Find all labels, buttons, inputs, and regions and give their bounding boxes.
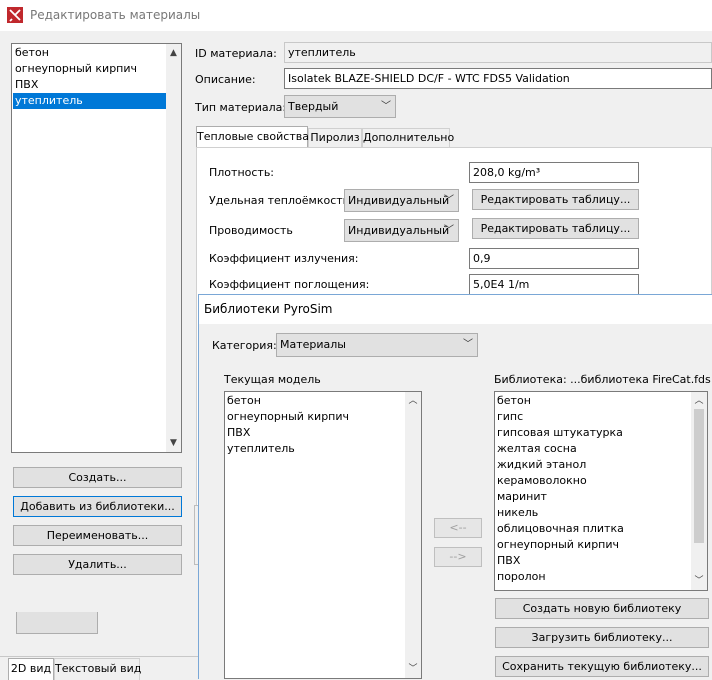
load-library-button[interactable]: Загрузить библиотеку... <box>495 627 709 648</box>
current-model-scrollbar[interactable]: ︿ ﹀ <box>405 392 421 678</box>
scroll-up-arrow-icon[interactable]: ︿ <box>405 394 421 408</box>
absorption-field[interactable]: 5,0E4 1/m <box>469 274 639 295</box>
scroll-down-arrow-icon[interactable]: ﹀ <box>691 574 707 588</box>
list-item[interactable]: поролон <box>495 569 691 585</box>
specific-heat-mode-select[interactable]: Индивидуальный ﹀ <box>344 189 459 212</box>
materials-list-scrollbar[interactable]: ▲ ▼ <box>166 44 181 452</box>
material-type-label: Тип материала: <box>195 101 287 114</box>
scroll-down-arrow-icon[interactable]: ▼ <box>166 436 181 450</box>
pyrosim-app-icon <box>7 7 23 23</box>
tab-pyrolysis[interactable]: Пиролиз <box>308 128 362 148</box>
conductivity-mode-select[interactable]: Индивидуальный ﹀ <box>344 219 459 242</box>
description-field[interactable]: Isolatek BLAZE-SHIELD DC/F - WTC FDS5 Va… <box>284 68 712 89</box>
scroll-up-arrow-icon[interactable]: ▲ <box>166 46 181 60</box>
category-value: Материалы <box>280 338 346 351</box>
list-item[interactable]: маринит <box>495 489 691 505</box>
list-item[interactable]: никель <box>495 505 691 521</box>
library-list-items: бетон гипс гипсовая штукатурка желтая сосна… <box>495 393 691 585</box>
scroll-up-arrow-icon[interactable]: ︿ <box>691 394 707 408</box>
title-bar: Редактировать материалы <box>0 0 712 31</box>
add-from-library-button[interactable]: Добавить из библиотеки... <box>13 496 182 517</box>
create-library-button[interactable]: Создать новую библиотеку <box>495 598 709 619</box>
delete-button[interactable]: Удалить... <box>13 554 182 575</box>
list-item[interactable]: утеплитель <box>225 441 405 457</box>
tab-text-view[interactable]: Текстовый вид <box>54 658 141 680</box>
edit-specific-heat-table-button[interactable]: Редактировать таблицу... <box>472 189 639 210</box>
library-dialog-title-bar: Библиотеки PyroSim <box>199 295 712 324</box>
list-item[interactable]: огнеупорный кирпич <box>495 537 691 553</box>
chevron-down-icon: ﹀ <box>444 195 454 206</box>
partially-hidden-button <box>16 612 98 634</box>
chevron-down-icon: ﹀ <box>381 101 391 112</box>
emissivity-label: Коэффициент излучения: <box>209 252 359 265</box>
current-model-list-items: бетон огнеупорный кирпич ПВХ утеплитель <box>225 393 405 457</box>
materials-list-items: бетон огнеупорный кирпич ПВХ утеплитель <box>13 45 166 109</box>
pyrosim-libraries-dialog: Библиотеки PyroSim Категория: Материалы … <box>198 294 712 679</box>
library-scrollbar[interactable]: ︿ ﹀ <box>691 392 707 590</box>
list-item[interactable]: гипс <box>495 409 691 425</box>
specific-heat-mode-value: Индивидуальный <box>348 194 450 207</box>
list-item[interactable]: ПВХ <box>225 425 405 441</box>
list-item[interactable]: огнеупорный кирпич <box>13 61 166 77</box>
library-dialog-title: Библиотеки PyroSim <box>204 302 333 316</box>
list-item[interactable]: бетон <box>225 393 405 409</box>
library-list[interactable]: бетон гипс гипсовая штукатурка желтая сосна… <box>494 391 708 591</box>
bottom-tab-strip: 2D вид Текстовый вид <box>0 656 200 680</box>
move-to-model-button[interactable]: <-- <box>434 518 482 538</box>
list-item[interactable]: бетон <box>495 393 691 409</box>
list-item[interactable]: утеплитель <box>13 93 166 109</box>
tab-thermal-properties[interactable]: Тепловые свойства <box>196 126 309 148</box>
window-title: Редактировать материалы <box>30 8 201 22</box>
tab-2d-view[interactable]: 2D вид <box>8 658 54 680</box>
materials-list[interactable]: бетон огнеупорный кирпич ПВХ утеплитель ▲ ▼ <box>11 43 182 453</box>
emissivity-field[interactable]: 0,9 <box>469 248 639 269</box>
rename-button[interactable]: Переименовать... <box>13 525 182 546</box>
current-model-list[interactable]: бетон огнеупорный кирпич ПВХ утеплитель ︿ ﹀ <box>224 391 422 679</box>
description-label: Описание: <box>195 73 256 86</box>
list-item[interactable]: облицовочная плитка <box>495 521 691 537</box>
chevron-down-icon: ﹀ <box>463 339 473 350</box>
category-select[interactable]: Материалы ﹀ <box>276 333 478 357</box>
list-item[interactable]: керамоволокно <box>495 473 691 489</box>
category-label: Категория: <box>212 339 277 352</box>
list-item[interactable]: ПВХ <box>13 77 166 93</box>
list-item[interactable]: ПВХ <box>495 553 691 569</box>
density-field[interactable]: 208,0 kg/m³ <box>469 162 639 183</box>
chevron-down-icon: ﹀ <box>444 225 454 236</box>
list-item[interactable]: жидкий этанол <box>495 457 691 473</box>
conductivity-label: Проводимость <box>209 224 293 237</box>
list-item[interactable]: бетон <box>13 45 166 61</box>
move-to-library-button[interactable]: --> <box>434 547 482 567</box>
conductivity-mode-value: Индивидуальный <box>348 224 450 237</box>
material-id-field[interactable]: утеплитель <box>284 42 712 63</box>
save-library-button[interactable]: Сохранить текущую библиотеку... <box>495 656 709 677</box>
edit-conductivity-table-button[interactable]: Редактировать таблицу... <box>472 218 639 239</box>
library-scrollbar-thumb[interactable] <box>694 409 704 543</box>
tab-advanced[interactable]: Дополнительно <box>362 128 454 148</box>
density-label: Плотность: <box>209 166 275 179</box>
list-item[interactable]: гипсовая штукатурка <box>495 425 691 441</box>
create-button[interactable]: Создать... <box>13 467 182 488</box>
scroll-down-arrow-icon[interactable]: ﹀ <box>405 662 421 676</box>
current-model-label: Текущая модель <box>224 373 321 386</box>
absorption-label: Коэффициент поглощения: <box>209 278 370 291</box>
material-type-select[interactable]: Твердый ﹀ <box>284 95 396 118</box>
list-item[interactable]: желтая сосна <box>495 441 691 457</box>
material-type-value: Твердый <box>288 100 339 113</box>
list-item[interactable]: огнеупорный кирпич <box>225 409 405 425</box>
specific-heat-label: Удельная теплоёмкость <box>209 194 350 207</box>
library-label: Библиотека: ...библиотека FireCat.fds <box>494 373 711 386</box>
material-id-label: ID материала: <box>195 47 277 60</box>
